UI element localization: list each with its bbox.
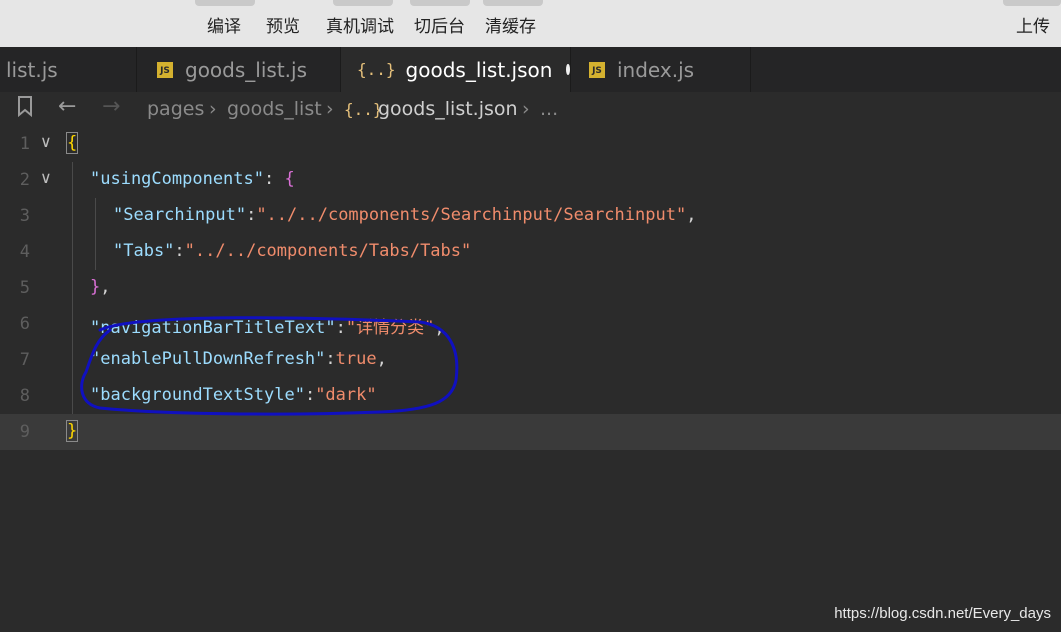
json-colon: :: [246, 205, 257, 225]
json-comma: ,: [376, 349, 387, 369]
json-file-icon: {..}: [357, 60, 396, 79]
breadcrumb: ← → pages › goods_list › {..} goods_list…: [0, 92, 1061, 128]
remote-debug-button[interactable]: 真机调试: [326, 12, 394, 37]
line-number: 8: [19, 386, 30, 406]
code-line[interactable]: 8 "backgroundTextStyle":"dark": [0, 378, 1061, 414]
code-line[interactable]: 4 "Tabs":"../../components/Tabs/Tabs": [0, 234, 1061, 270]
tab-goods-list-json[interactable]: {..} goods_list.json: [341, 47, 571, 92]
line-number: 6: [19, 314, 30, 334]
editor-tab-bar: list.js JS goods_list.js {..} goods_list…: [0, 47, 1061, 92]
json-file-icon: {..}: [344, 100, 383, 119]
toolbar-nub: [1003, 0, 1061, 6]
line-number: 4: [19, 242, 30, 262]
json-value: "../../components/Searchinput/Searchinpu…: [256, 205, 687, 225]
json-colon: :: [264, 169, 285, 189]
toolbar-nub: [483, 0, 543, 6]
compile-button[interactable]: 编译: [207, 12, 241, 37]
forward-arrow-icon[interactable]: →: [102, 94, 120, 119]
json-colon: :: [335, 318, 346, 338]
tab-index-js[interactable]: JS index.js: [571, 47, 751, 92]
json-comma: ,: [100, 277, 111, 297]
fold-chevron-icon[interactable]: ∨: [40, 132, 52, 151]
json-brace: {: [65, 132, 79, 154]
breadcrumb-separator-icon: ›: [522, 98, 530, 120]
clear-cache-button[interactable]: 清缓存: [485, 12, 536, 37]
unsaved-dot-icon[interactable]: [566, 64, 570, 75]
line-number: 5: [19, 278, 30, 298]
json-value: "dark": [315, 385, 377, 405]
tab-goods-list-js[interactable]: JS goods_list.js: [137, 47, 341, 92]
json-key: "backgroundTextStyle": [90, 385, 305, 405]
code-line[interactable]: 1 ∨ {: [0, 126, 1061, 162]
code-line[interactable]: 7 "enablePullDownRefresh":true,: [0, 342, 1061, 378]
code-line-current[interactable]: 9 }: [0, 414, 1061, 450]
top-toolbar: 编译 预览 真机调试 切后台 清缓存 上传: [0, 0, 1061, 47]
breadcrumb-separator-icon: ›: [326, 98, 334, 120]
line-number: 3: [19, 206, 30, 226]
json-value: "../../components/Tabs/Tabs": [184, 241, 472, 261]
json-key: "navigationBarTitleText": [90, 318, 336, 338]
json-key: "Tabs": [113, 241, 175, 261]
tab-label: goods_list.js: [185, 57, 307, 82]
json-comma: ,: [434, 318, 445, 338]
breadcrumb-separator-icon: ›: [209, 98, 217, 120]
json-brace: {: [284, 169, 295, 189]
json-colon: :: [304, 385, 316, 405]
breadcrumb-item-file[interactable]: goods_list.json: [378, 98, 518, 120]
json-value: "详情分类": [345, 318, 435, 338]
tab-list-js[interactable]: list.js: [0, 47, 137, 92]
toolbar-nub: [410, 0, 470, 6]
json-key: "enablePullDownRefresh": [90, 349, 326, 369]
json-key: "Searchinput": [113, 205, 247, 225]
json-key: "usingComponents": [90, 169, 264, 189]
breadcrumb-item-symbols[interactable]: ...: [540, 98, 558, 120]
json-brace: }: [65, 420, 79, 442]
line-number: 9: [19, 422, 30, 442]
tab-label: list.js: [6, 57, 58, 82]
json-colon: :: [174, 241, 185, 261]
tab-label: goods_list.json: [405, 57, 553, 82]
json-brace: }: [90, 277, 101, 297]
back-arrow-icon[interactable]: ←: [58, 94, 76, 119]
toolbar-nub: [195, 0, 255, 6]
upload-button[interactable]: 上传: [1016, 12, 1050, 37]
json-value: true: [335, 349, 377, 369]
code-line[interactable]: 2 ∨ "usingComponents": {: [0, 162, 1061, 198]
json-comma: ,: [686, 205, 697, 225]
json-colon: :: [325, 349, 336, 369]
code-line[interactable]: 3 "Searchinput":"../../components/Search…: [0, 198, 1061, 234]
code-line[interactable]: 6 "navigationBarTitleText":"详情分类",: [0, 306, 1061, 342]
code-line[interactable]: 5 },: [0, 270, 1061, 306]
line-number: 7: [19, 350, 30, 370]
line-number: 2: [19, 170, 30, 190]
fold-chevron-icon[interactable]: ∨: [40, 168, 52, 187]
js-file-icon: JS: [157, 61, 173, 78]
breadcrumb-item-goods-list[interactable]: goods_list: [227, 98, 322, 120]
js-file-icon: JS: [589, 61, 605, 78]
background-button[interactable]: 切后台: [414, 12, 465, 37]
breadcrumb-item-pages[interactable]: pages: [147, 98, 204, 120]
watermark: https://blog.csdn.net/Every_days: [834, 605, 1051, 622]
preview-button[interactable]: 预览: [266, 12, 300, 37]
tab-label: index.js: [617, 57, 695, 82]
toolbar-nub: [333, 0, 393, 6]
bookmark-icon[interactable]: [16, 95, 34, 123]
line-number: 1: [19, 134, 30, 154]
